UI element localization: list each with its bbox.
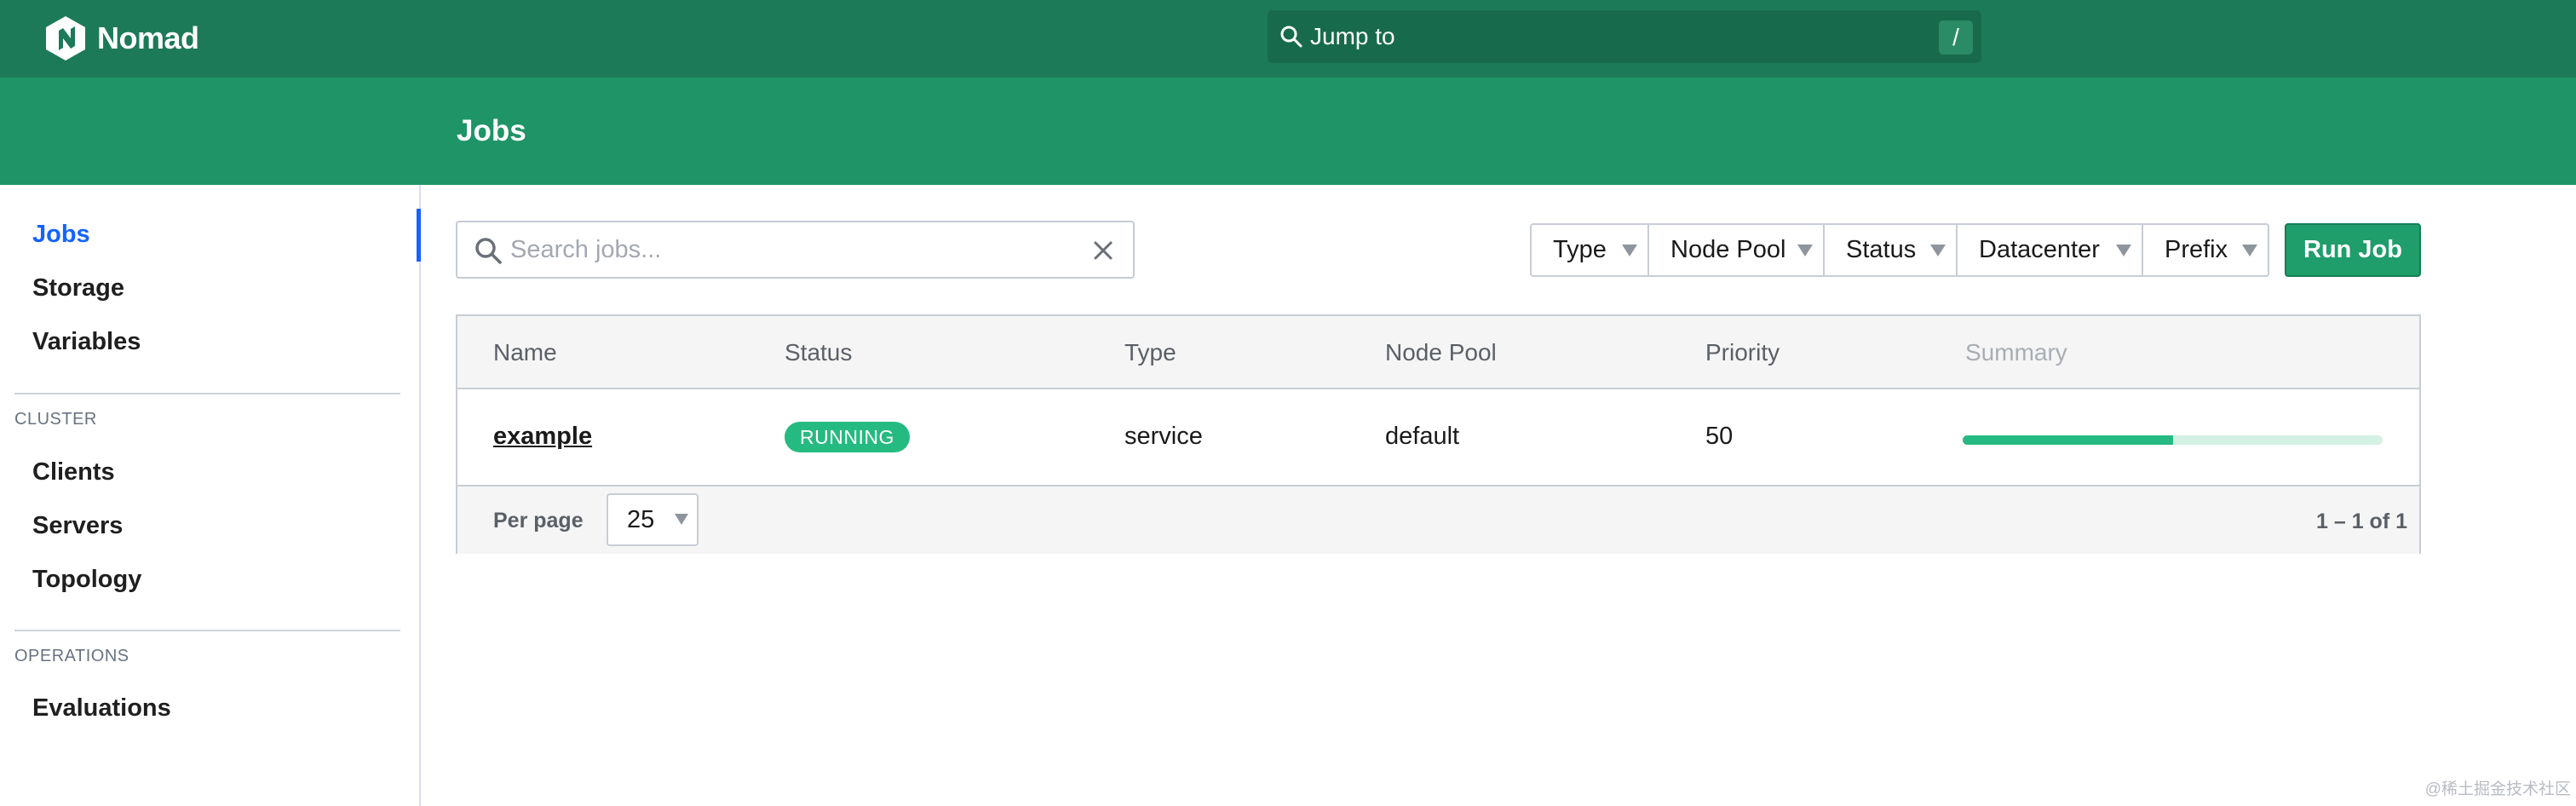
- job-name-link[interactable]: example: [493, 423, 592, 451]
- filter-type-dropdown[interactable]: Type: [1530, 223, 1649, 277]
- per-page-select[interactable]: 25: [607, 493, 699, 546]
- search-icon: [475, 238, 502, 264]
- filter-label: Node Pool: [1670, 236, 1786, 263]
- filter-status-dropdown[interactable]: Status: [1823, 223, 1958, 277]
- column-header-type[interactable]: Type: [1124, 339, 1176, 366]
- per-page-value: 25: [627, 505, 655, 533]
- search-icon: [1280, 26, 1302, 48]
- column-header-status[interactable]: Status: [785, 339, 852, 366]
- sidebar-heading-operations: OPERATIONS: [14, 647, 129, 665]
- per-page-label: Per page: [493, 509, 584, 533]
- status-badge: RUNNING: [785, 422, 910, 452]
- filter-label: Type: [1553, 236, 1607, 263]
- job-search-box[interactable]: [456, 221, 1135, 279]
- table-row[interactable]: example RUNNING service default 50: [457, 389, 2419, 485]
- filter-datacenter-dropdown[interactable]: Datacenter: [1956, 223, 2143, 277]
- sidebar-item-storage[interactable]: Storage: [32, 274, 124, 302]
- sidebar-item-clients[interactable]: Clients: [32, 458, 115, 486]
- column-header-summary: Summary: [1965, 339, 2067, 366]
- chevron-down-icon: [1622, 245, 1637, 256]
- jump-to-label: Jump to: [1310, 23, 1395, 49]
- pagination-range: 1 – 1 of 1: [2316, 510, 2407, 533]
- job-type: service: [1124, 423, 1203, 450]
- jobs-table: Name Status Type Node Pool Priority Summ…: [456, 314, 2421, 554]
- active-indicator: [417, 209, 421, 262]
- table-header: Name Status Type Node Pool Priority Summ…: [457, 316, 2419, 389]
- table-footer: Per page 25 1 – 1 of 1: [457, 485, 2419, 554]
- shortcut-key-badge: /: [1939, 20, 1973, 55]
- column-header-priority[interactable]: Priority: [1705, 339, 1780, 366]
- summary-bar[interactable]: [1963, 435, 2383, 445]
- run-job-button[interactable]: Run Job: [2285, 223, 2421, 277]
- page-title: Jobs: [457, 114, 526, 147]
- page-header: Jobs: [0, 78, 2576, 185]
- chevron-down-icon: [1930, 245, 1946, 256]
- sidebar: Jobs Storage Variables CLUSTER Clients S…: [0, 185, 421, 806]
- brand[interactable]: Nomad: [46, 14, 199, 62]
- column-header-node-pool[interactable]: Node Pool: [1385, 339, 1497, 366]
- filter-group: Type Node Pool Status Datacenter Prefix: [1530, 223, 2269, 277]
- job-node-pool: default: [1385, 423, 1460, 450]
- filter-label: Datacenter: [1979, 236, 2100, 263]
- sidebar-divider: [14, 393, 400, 394]
- brand-name: Nomad: [97, 20, 199, 55]
- chevron-down-icon: [2242, 245, 2257, 256]
- chevron-down-icon: [2116, 245, 2131, 256]
- jump-to-search[interactable]: Jump to /: [1268, 10, 1981, 63]
- sidebar-divider: [14, 630, 400, 631]
- sidebar-heading-cluster: CLUSTER: [14, 410, 97, 429]
- filter-prefix-dropdown[interactable]: Prefix: [2142, 223, 2269, 277]
- search-input[interactable]: [510, 229, 1064, 270]
- sidebar-item-servers[interactable]: Servers: [32, 512, 123, 540]
- sidebar-item-evaluations[interactable]: Evaluations: [32, 694, 171, 723]
- nomad-logo-icon: [46, 16, 85, 60]
- column-header-name[interactable]: Name: [493, 339, 557, 366]
- top-nav: Nomad Jump to /: [0, 0, 2576, 78]
- watermark: @稀土掘金技术社区: [2424, 780, 2571, 798]
- filter-label: Prefix: [2165, 236, 2228, 263]
- chevron-down-icon: [675, 514, 688, 525]
- sidebar-item-topology[interactable]: Topology: [32, 566, 141, 594]
- close-icon[interactable]: [1090, 238, 1116, 263]
- sidebar-item-jobs[interactable]: Jobs: [32, 221, 90, 249]
- filter-label: Status: [1846, 236, 1917, 263]
- chevron-down-icon: [1797, 245, 1813, 256]
- sidebar-item-variables[interactable]: Variables: [32, 328, 141, 356]
- filter-node-pool-dropdown[interactable]: Node Pool: [1647, 223, 1825, 277]
- job-priority: 50: [1705, 423, 1734, 450]
- summary-bar-fill: [1963, 435, 2173, 445]
